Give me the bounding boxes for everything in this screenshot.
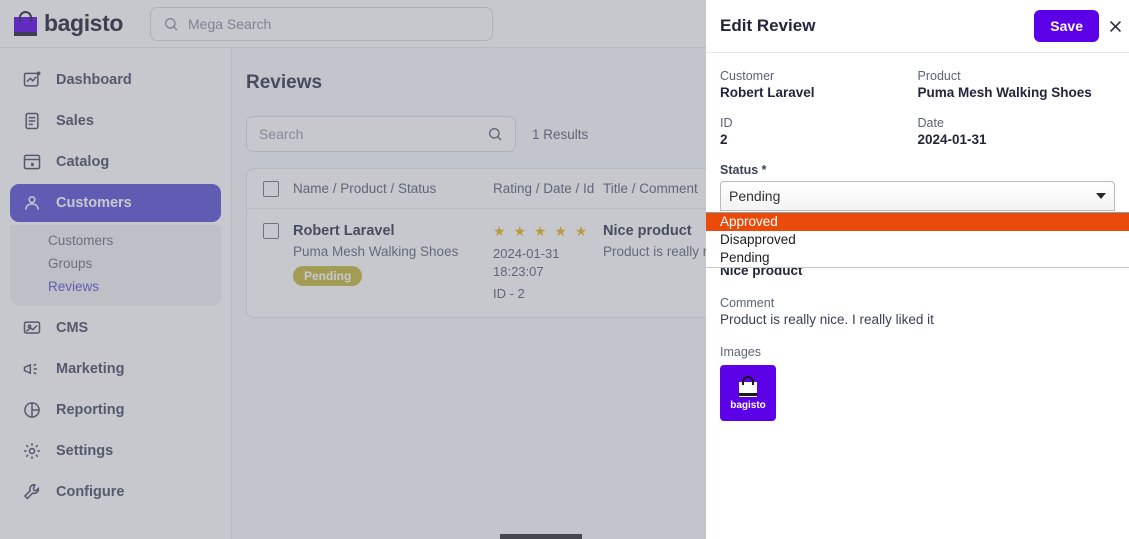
shopping-bag-icon	[737, 375, 759, 397]
status-select[interactable]: Pending	[720, 181, 1115, 211]
status-option-pending[interactable]: Pending	[706, 249, 1129, 267]
status-selected-value: Pending	[729, 188, 781, 204]
id-date-row: ID 2 Date 2024-01-31	[720, 116, 1115, 147]
comment-label: Comment	[720, 296, 775, 310]
date-field: Date 2024-01-31	[918, 116, 1116, 147]
images-field: Images bagisto	[720, 345, 1115, 421]
review-image-thumbnail[interactable]: bagisto	[720, 365, 776, 421]
customer-product-row: Customer Robert Laravel Product Puma Mes…	[720, 69, 1115, 100]
image-caption: bagisto	[730, 400, 766, 411]
status-option-disapproved[interactable]: Disapproved	[706, 231, 1129, 249]
panel-title: Edit Review	[720, 16, 816, 35]
product-value: Puma Mesh Walking Shoes	[917, 85, 1092, 100]
product-label: Product	[917, 69, 961, 83]
date-value: 2024-01-31	[917, 132, 987, 147]
status-option-approved[interactable]: Approved	[706, 213, 1129, 231]
status-select-shell: Pending Approved Disapproved Pending	[706, 181, 1129, 268]
chevron-down-icon	[1096, 193, 1106, 199]
id-label: ID	[720, 116, 733, 130]
panel-body: Customer Robert Laravel Product Puma Mes…	[706, 53, 1129, 421]
id-value: 2	[720, 132, 728, 147]
id-field: ID 2	[720, 116, 918, 147]
close-icon[interactable]	[1099, 18, 1129, 35]
status-options-list: Approved Disapproved Pending	[706, 212, 1129, 268]
date-label: Date	[917, 116, 944, 130]
panel-header: Edit Review Save	[706, 0, 1129, 53]
product-field: Product Puma Mesh Walking Shoes	[918, 69, 1116, 100]
customer-value: Robert Laravel	[720, 85, 815, 100]
images-label: Images	[720, 345, 761, 359]
comment-field: Comment Product is really nice. I really…	[720, 296, 1115, 327]
save-button[interactable]: Save	[1034, 10, 1099, 42]
customer-field: Customer Robert Laravel	[720, 69, 918, 100]
customer-label: Customer	[720, 69, 775, 83]
status-label: Status *	[720, 163, 767, 177]
status-field: Status * Pending Approved Disapproved Pe…	[706, 163, 1129, 268]
comment-value: Product is really nice. I really liked i…	[720, 312, 934, 327]
app-root: bagisto Mega Search Dashboard Sales Cata…	[0, 0, 1129, 539]
edit-review-panel: Edit Review Save Customer Robert Laravel…	[706, 0, 1129, 539]
